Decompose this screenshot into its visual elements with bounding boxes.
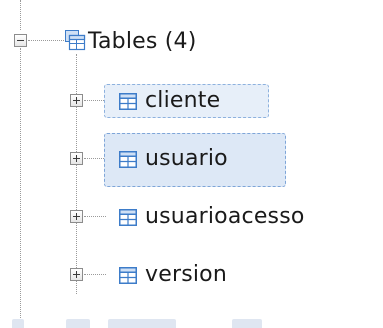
database-tree: Tables (4) cliente usuario usuarioacesso…	[0, 0, 383, 328]
table-icon	[119, 209, 137, 226]
table-node-usuario[interactable]: usuario	[104, 133, 286, 187]
tables-node-label[interactable]: Tables (4)	[88, 28, 197, 56]
table-name: cliente	[145, 88, 221, 113]
tables-collapse-toggle[interactable]	[14, 34, 27, 47]
tree-guide-line	[84, 158, 106, 159]
tree-guide-line	[84, 100, 106, 101]
table-name: version	[145, 262, 227, 287]
table-node-cliente[interactable]: cliente	[104, 84, 269, 118]
table-icon	[119, 267, 137, 284]
tree-guide-line	[20, 0, 21, 30]
table-name: usuario	[145, 146, 228, 171]
table-node-version[interactable]: version	[104, 258, 304, 292]
table-expand-toggle[interactable]	[70, 268, 83, 281]
table-icon	[119, 93, 137, 110]
tree-guide-line	[84, 216, 106, 217]
table-expand-toggle[interactable]	[70, 210, 83, 223]
table-expand-toggle[interactable]	[70, 152, 83, 165]
table-folder-icon	[65, 30, 86, 51]
next-tree-node-partial	[0, 316, 383, 328]
tree-guide-line	[76, 54, 77, 294]
tree-guide-line	[84, 274, 106, 275]
table-icon	[119, 151, 137, 168]
table-node-usuarioacesso[interactable]: usuarioacesso	[104, 200, 379, 234]
table-expand-toggle[interactable]	[70, 94, 83, 107]
tree-guide-line	[28, 40, 64, 41]
table-name: usuarioacesso	[145, 204, 305, 229]
minus-icon	[17, 40, 24, 41]
tree-guide-line	[20, 48, 21, 318]
